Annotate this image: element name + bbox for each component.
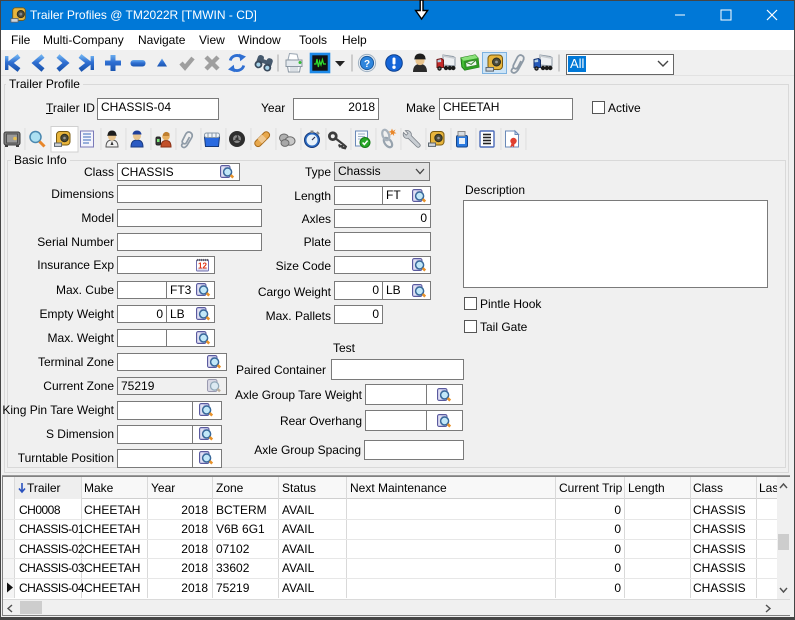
svg-text:?: ? [364, 59, 370, 70]
